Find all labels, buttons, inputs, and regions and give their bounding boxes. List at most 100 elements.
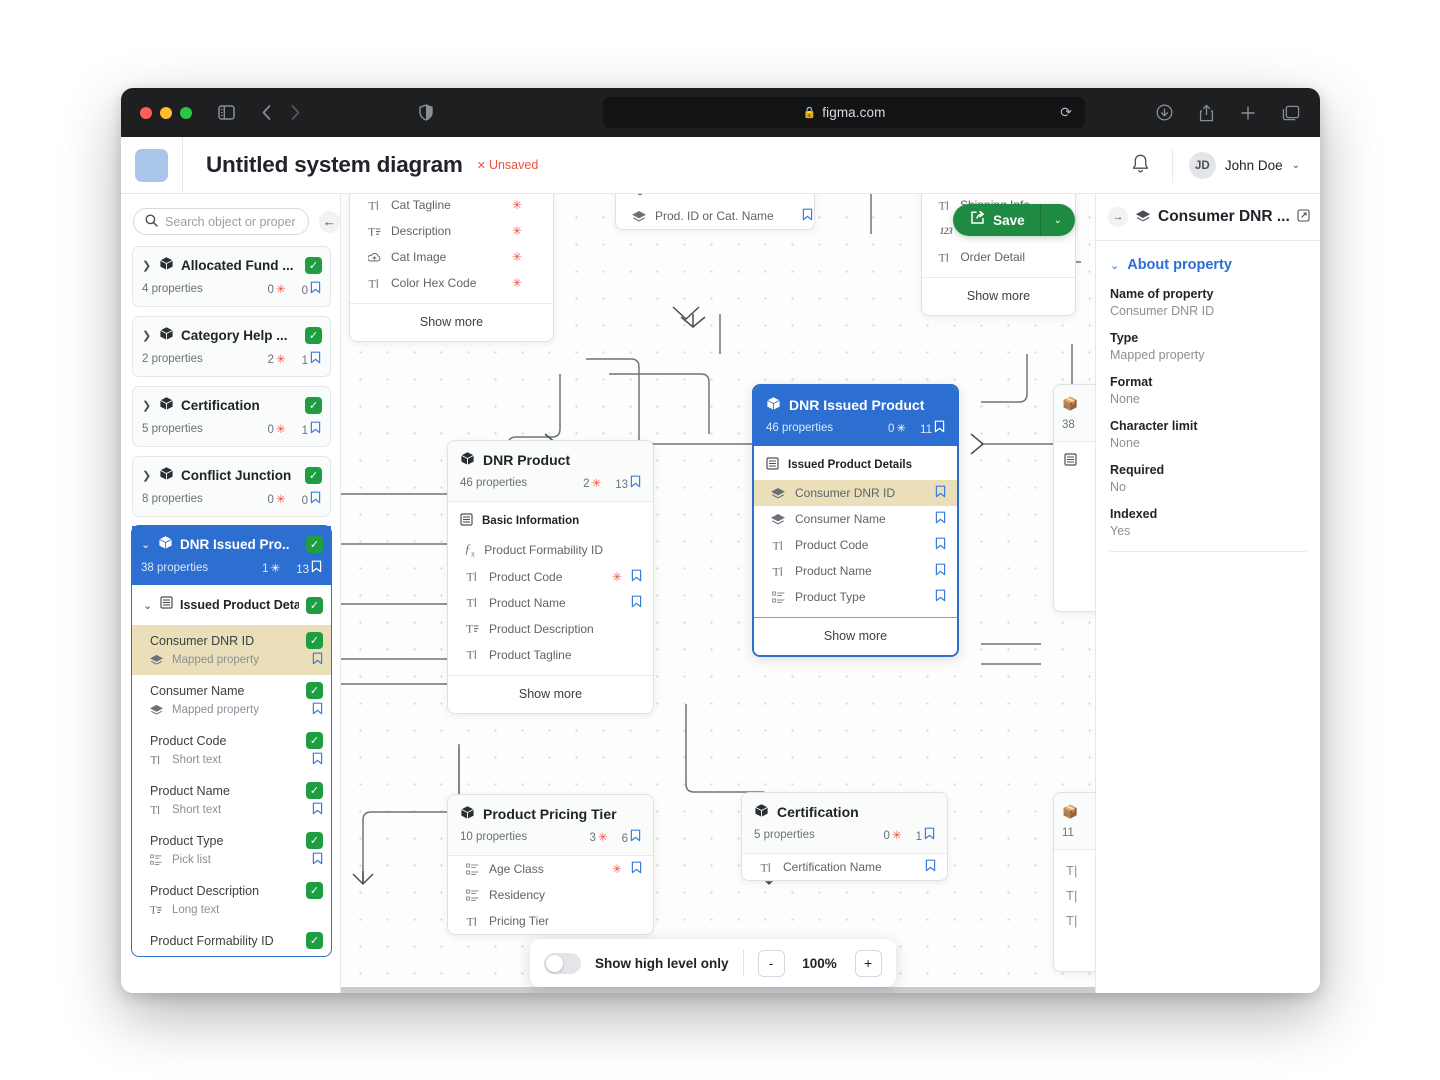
bookmark-icon[interactable]: [935, 485, 946, 501]
show-more-button[interactable]: Show more: [350, 303, 553, 341]
show-high-level-toggle[interactable]: [544, 952, 581, 974]
object-card-header[interactable]: ❯ Certification ✓: [133, 387, 330, 419]
close-window-button[interactable]: [140, 106, 152, 119]
bookmark-icon[interactable]: [631, 861, 642, 877]
object-card-header[interactable]: ❯ Allocated Fund ... ✓: [133, 247, 330, 279]
entity-property-row[interactable]: TProduct Name✳: [754, 558, 957, 584]
chevron-right-icon[interactable]: [290, 104, 301, 121]
entity-property-row[interactable]: Consumer Name✳: [754, 506, 957, 532]
sidebar-property-row[interactable]: Product Code ✓ T Short text: [132, 725, 331, 775]
sidebar-toggle-icon[interactable]: [218, 105, 235, 120]
entity-property-row[interactable]: T Description ✳: [350, 218, 553, 244]
external-link-icon[interactable]: [1297, 209, 1310, 225]
status-check-icon[interactable]: ✓: [306, 882, 323, 899]
new-tab-icon[interactable]: [1240, 105, 1256, 121]
object-list[interactable]: ❯ Allocated Fund ... ✓ 4 properties 0 ✳ 0 ❯ Cate…: [121, 246, 340, 993]
shield-icon[interactable]: [419, 104, 433, 121]
entity-card-dnr-issued-product[interactable]: DNR Issued Product 46 properties 0 ✳ 11 I…: [752, 384, 959, 657]
entity-property-row[interactable]: TOrder Detail✳: [922, 244, 1075, 270]
entity-card-category[interactable]: TCategory Name✳123# of Products✳TCat Tag…: [349, 194, 554, 342]
entity-property-row[interactable]: T Color Hex Code ✳: [350, 270, 553, 296]
sidebar-object-card[interactable]: ❯ Certification ✓ 5 properties 0 ✳ 1: [132, 386, 331, 447]
user-menu[interactable]: JD John Doe ⌄: [1173, 152, 1320, 179]
entity-card-dnr-product[interactable]: DNR Product 46 properties 2 ✳ 13 Basic In…: [447, 440, 654, 714]
bookmark-icon[interactable]: [925, 859, 936, 875]
entity-property-row[interactable]: Cat Image ✳: [350, 244, 553, 270]
sidebar-object-card[interactable]: ❯ Conflict Junction ✓ 8 properties 0 ✳ 0: [132, 456, 331, 517]
sidebar-object-card[interactable]: ❯ Allocated Fund ... ✓ 4 properties 0 ✳ 0: [132, 246, 331, 307]
bookmark-icon[interactable]: [935, 537, 946, 553]
chevron-down-icon[interactable]: ⌄: [141, 538, 151, 551]
entity-property-row[interactable]: Consumer DNR ID✳: [754, 480, 957, 506]
arrow-right-icon[interactable]: →: [1108, 207, 1128, 227]
sidebar-object-card[interactable]: ❯ Category Help ... ✓ 2 properties 2 ✳ 1: [132, 316, 331, 377]
entity-property-row[interactable]: TProduct Tagline✳: [448, 642, 653, 668]
reload-icon[interactable]: ⟳: [1060, 104, 1072, 121]
sidebar-property-row[interactable]: Product Formability ID ✓: [132, 925, 331, 956]
bookmark-icon[interactable]: [631, 595, 642, 611]
save-dropdown-button[interactable]: ⌄: [1041, 215, 1075, 226]
about-property-header[interactable]: ⌄ About property: [1110, 257, 1306, 273]
address-bar[interactable]: 🔒 figma.com ⟳: [603, 97, 1085, 128]
entity-card-product-pricing-tier[interactable]: Product Pricing Tier 10 properties 3 ✳ 6 …: [447, 794, 654, 935]
show-more-button[interactable]: Show more: [922, 277, 1075, 315]
chevron-down-icon[interactable]: ⌄: [143, 599, 153, 612]
save-button[interactable]: Save ⌄: [953, 204, 1075, 236]
status-check-icon[interactable]: ✓: [306, 682, 323, 699]
maximize-window-button[interactable]: [180, 106, 192, 119]
sidebar-property-row[interactable]: Product Description ✓ T Long text: [132, 875, 331, 925]
object-card-header[interactable]: ❯ Category Help ... ✓: [133, 317, 330, 349]
save-main-action[interactable]: Save: [953, 204, 1040, 236]
bookmark-icon[interactable]: [935, 511, 946, 527]
bookmark-icon[interactable]: [312, 752, 323, 768]
entity-property-row[interactable]: TPricing Tier✳: [448, 908, 653, 934]
chevron-right-icon[interactable]: ❯: [142, 259, 152, 272]
entity-card-fragment-right-bottom[interactable]: 📦 11 T| T| T|: [1053, 792, 1095, 972]
bookmark-icon[interactable]: [312, 852, 323, 868]
status-check-icon[interactable]: ✓: [305, 256, 322, 274]
sidebar-object-card-selected[interactable]: ⌄ DNR Issued Pro.. ✓ 38 properties 1 ✳ 13 ⌄ Issu…: [132, 526, 331, 956]
bookmark-icon[interactable]: [631, 569, 642, 585]
entity-property-row[interactable]: TProduct Description✳: [448, 616, 653, 642]
minimize-window-button[interactable]: [160, 106, 172, 119]
entity-card-fragment-right-top[interactable]: 📦 38: [1053, 384, 1095, 612]
chevron-right-icon[interactable]: ❯: [142, 399, 152, 412]
entity-property-row[interactable]: Residency✳: [448, 882, 653, 908]
sidebar-property-row[interactable]: Consumer DNR ID ✓ Mapped property: [132, 625, 331, 675]
entity-property-row[interactable]: Product Type✳: [754, 584, 957, 610]
bell-icon[interactable]: [1109, 153, 1172, 179]
sidebar-property-row[interactable]: Product Type ✓ Pick list: [132, 825, 331, 875]
zoom-out-button[interactable]: -: [757, 949, 785, 977]
bookmark-icon[interactable]: [935, 563, 946, 579]
entity-property-row[interactable]: Age Class ✳: [448, 856, 653, 882]
bookmark-icon[interactable]: [935, 589, 946, 605]
diagram-canvas[interactable]: TCategory Name✳123# of Products✳TCat Tag…: [341, 194, 1095, 993]
zoom-in-button[interactable]: +: [854, 949, 882, 977]
entity-property-row[interactable]: TProduct Name✳: [448, 590, 653, 616]
entity-property-row[interactable]: T Cat Tagline ✳: [350, 194, 553, 218]
status-check-icon[interactable]: ✓: [306, 832, 323, 849]
download-icon[interactable]: [1156, 104, 1173, 121]
app-logo[interactable]: [135, 148, 168, 182]
chevron-right-icon[interactable]: ❯: [142, 329, 152, 342]
status-check-icon[interactable]: ✓: [305, 396, 322, 414]
status-check-icon[interactable]: ✓: [306, 535, 323, 553]
status-check-icon[interactable]: ✓: [306, 596, 323, 614]
status-check-icon[interactable]: ✓: [306, 732, 323, 749]
chevron-left-icon[interactable]: [261, 104, 272, 121]
share-icon[interactable]: [1199, 104, 1214, 122]
object-group-header[interactable]: ⌄ Issued Product Deta.. ✓: [132, 585, 331, 625]
bookmark-icon[interactable]: [312, 652, 323, 668]
entity-property-row[interactable]: TCertification Name✳: [742, 854, 947, 880]
bookmark-icon[interactable]: [312, 802, 323, 818]
search-input[interactable]: [165, 214, 295, 229]
show-more-button[interactable]: Show more: [448, 674, 653, 713]
sidebar-property-row[interactable]: Product Name ✓ T Short text: [132, 775, 331, 825]
status-check-icon[interactable]: ✓: [305, 466, 322, 484]
status-check-icon[interactable]: ✓: [305, 326, 322, 344]
object-card-header[interactable]: ❯ Conflict Junction ✓: [133, 457, 330, 489]
chevron-right-icon[interactable]: ❯: [142, 469, 152, 482]
search-box[interactable]: [133, 208, 309, 235]
entity-property-row[interactable]: Prod. ID or Cat. Name✳: [616, 203, 814, 229]
status-check-icon[interactable]: ✓: [306, 632, 323, 649]
